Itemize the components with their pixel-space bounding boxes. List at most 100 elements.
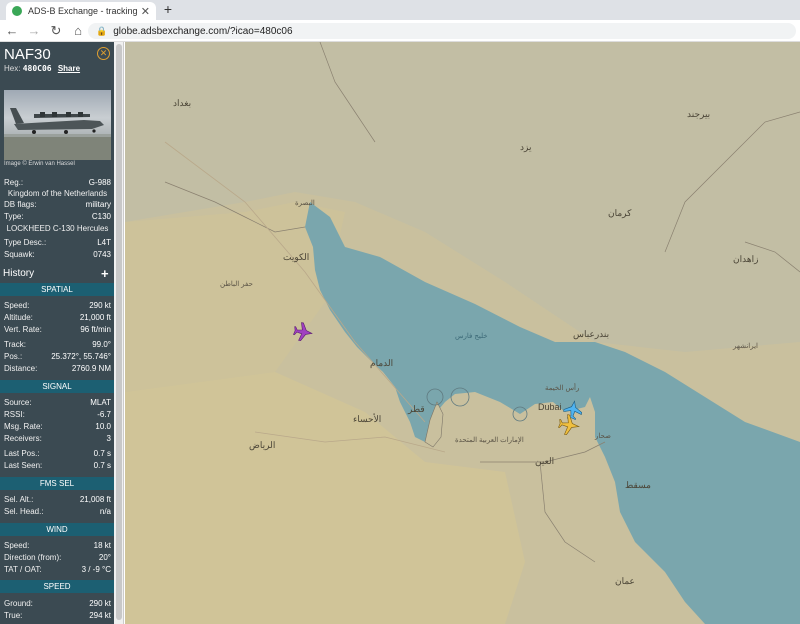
reg-label: Reg.: bbox=[4, 178, 24, 187]
spatial-key: Pos.: bbox=[4, 352, 23, 361]
speed-value: 294 kt bbox=[89, 611, 111, 620]
map-label-baghdad: بغداد bbox=[173, 98, 192, 108]
signal-value: 3 bbox=[106, 434, 111, 443]
type-value: C130 bbox=[91, 212, 111, 221]
signal-row: Receivers: 3 bbox=[4, 434, 111, 444]
country: Kingdom of the Netherlands bbox=[7, 189, 108, 198]
back-icon[interactable]: ← bbox=[2, 23, 22, 38]
browser-tab-bar: ADS-B Exchange - tracking 604 ✕ + bbox=[0, 0, 800, 20]
reload-icon[interactable]: ↻ bbox=[46, 23, 66, 39]
squawk-value: 0743 bbox=[93, 250, 111, 259]
browser-toolbar: ← → ↻ ⌂ 🔒 globe.adsbexchange.com/?icao=4… bbox=[0, 20, 800, 42]
map-view[interactable]: بغداد الكويت البصرة حفر الباطن الدمام ال… bbox=[125, 42, 800, 624]
signal-key: Msg. Rate: bbox=[4, 422, 43, 431]
map-label-persian-gulf: خليج فارس bbox=[455, 333, 488, 340]
speed-row: True: 294 kt bbox=[4, 611, 111, 621]
map-label-ahsa: الأحساء bbox=[353, 414, 382, 424]
address-bar[interactable]: 🔒 globe.adsbexchange.com/?icao=480c06 bbox=[88, 23, 796, 39]
map-label-dammam: الدمام bbox=[370, 358, 394, 368]
spatial-row: Altitude: 21,000 ft bbox=[4, 313, 111, 323]
aircraft-photo[interactable] bbox=[4, 90, 111, 160]
speed-key: Ground: bbox=[4, 599, 33, 608]
speed-row: Ground: 290 kt bbox=[4, 599, 111, 609]
typedesc-row: Type Desc.: L4T bbox=[4, 238, 111, 248]
history-toggle[interactable]: History bbox=[3, 268, 34, 279]
map-label-bandar: بندرعباس bbox=[573, 329, 610, 339]
hex-row: Hex: 480C06 Share bbox=[4, 64, 80, 73]
fms-key: Sel. Alt.: bbox=[4, 495, 34, 504]
squawk-row: Squawk: 0743 bbox=[4, 250, 111, 260]
dbflags-row: DB flags: military bbox=[4, 200, 111, 210]
wind-value: 18 kt bbox=[93, 541, 111, 550]
signal-row: Last Pos.: 0.7 s bbox=[4, 449, 111, 459]
wind-header[interactable]: WIND bbox=[0, 523, 114, 536]
speed-header[interactable]: SPEED bbox=[0, 580, 114, 593]
spatial-value: 25.372°, 55.746° bbox=[51, 352, 111, 361]
signal-value: 10.0 bbox=[95, 422, 111, 431]
signal-row: Source: MLAT bbox=[4, 398, 111, 408]
reg-value: G-988 bbox=[88, 178, 111, 187]
close-tab-icon[interactable]: ✕ bbox=[141, 5, 150, 18]
signal-row: Msg. Rate: 10.0 bbox=[4, 422, 111, 432]
new-tab-icon[interactable]: + bbox=[160, 1, 176, 17]
fms-value: 21,008 ft bbox=[79, 495, 111, 504]
hex-code: 480C06 bbox=[22, 64, 52, 73]
spatial-value: 99.0° bbox=[92, 340, 111, 349]
wind-row: Direction (from): 20° bbox=[4, 553, 111, 563]
signal-key: RSSI: bbox=[4, 410, 25, 419]
map-label-kerman: كرمان bbox=[608, 208, 632, 218]
typedesc-label: Type Desc.: bbox=[4, 238, 47, 247]
spatial-key: Track: bbox=[4, 340, 26, 349]
map-label-kuwait: الكويت bbox=[283, 252, 310, 262]
signal-row: Last Seen: 0.7 s bbox=[4, 461, 111, 471]
map-label-ras-al-khaimah: رأس الخيمة bbox=[545, 385, 580, 392]
fms-row: Sel. Alt.: 21,008 ft bbox=[4, 495, 111, 505]
signal-key: Receivers: bbox=[4, 434, 42, 443]
fms-header[interactable]: FMS SEL bbox=[0, 477, 114, 490]
spatial-value: 290 kt bbox=[89, 301, 111, 310]
map-label-qatar: قطر bbox=[408, 404, 425, 414]
map-label-birjand: بیرجند bbox=[687, 109, 711, 119]
forward-icon[interactable]: → bbox=[24, 23, 44, 38]
signal-value: 0.7 s bbox=[93, 449, 111, 458]
spatial-header[interactable]: SPATIAL bbox=[0, 283, 114, 296]
spatial-row: Track: 99.0° bbox=[4, 340, 111, 350]
spatial-row: Vert. Rate: 96 ft/min bbox=[4, 325, 111, 335]
browser-tab[interactable]: ADS-B Exchange - tracking 604 ✕ bbox=[6, 2, 156, 20]
signal-value: -6.7 bbox=[97, 410, 111, 419]
signal-row: RSSI: -6.7 bbox=[4, 410, 111, 420]
c130-photo-graphic bbox=[4, 108, 111, 160]
map-label-dubai: Dubai bbox=[538, 402, 562, 412]
signal-key: Last Pos.: bbox=[4, 449, 40, 458]
fms-row: Sel. Head.: n/a bbox=[4, 507, 111, 517]
map-label-oman: عمان bbox=[615, 576, 635, 586]
speed-key: True: bbox=[4, 611, 23, 620]
wind-key: Direction (from): bbox=[4, 553, 62, 562]
wind-key: TAT / OAT: bbox=[4, 565, 42, 574]
signal-header[interactable]: SIGNAL bbox=[0, 380, 114, 393]
wind-value: 3 / -9 °C bbox=[81, 565, 111, 574]
url-text: globe.adsbexchange.com/?icao=480c06 bbox=[113, 25, 293, 37]
speed-value: 290 kt bbox=[89, 599, 111, 608]
spatial-key: Altitude: bbox=[4, 313, 33, 322]
signal-value: MLAT bbox=[90, 398, 111, 407]
spatial-value: 2760.9 NM bbox=[71, 364, 111, 373]
close-icon[interactable]: ✕ bbox=[97, 47, 110, 60]
wind-key: Speed: bbox=[4, 541, 30, 550]
expand-history-icon[interactable]: + bbox=[101, 266, 109, 281]
map-label-uae: الإمارات العربية المتحدة bbox=[455, 437, 524, 444]
tab-title: ADS-B Exchange - tracking 604 bbox=[28, 6, 137, 16]
home-icon[interactable]: ⌂ bbox=[68, 23, 88, 38]
map-label-riyadh: الرياض bbox=[249, 440, 276, 450]
panel-scrollbar-thumb[interactable] bbox=[116, 44, 122, 620]
squawk-label: Squawk: bbox=[4, 250, 35, 259]
lock-icon[interactable]: 🔒 bbox=[96, 26, 107, 37]
share-link[interactable]: Share bbox=[58, 64, 80, 73]
wind-value: 20° bbox=[98, 553, 111, 562]
fms-value: n/a bbox=[99, 507, 111, 516]
signal-key: Source: bbox=[4, 398, 32, 407]
map-label-sohar: صحار bbox=[595, 433, 611, 440]
spatial-value: 21,000 ft bbox=[79, 313, 111, 322]
reg-row: Reg.: G-988 bbox=[4, 178, 111, 188]
callsign: NAF30 bbox=[4, 46, 51, 63]
